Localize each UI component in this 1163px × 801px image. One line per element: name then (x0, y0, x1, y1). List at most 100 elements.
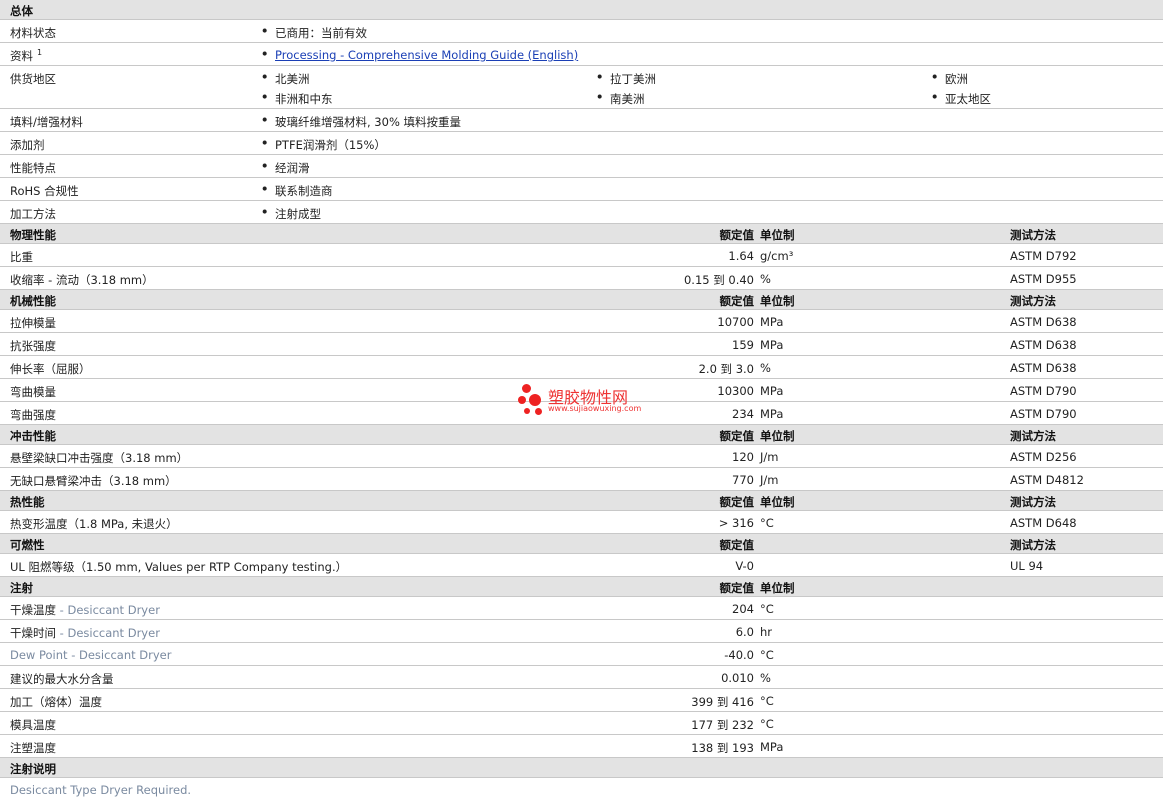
property-test-method: ASTM D790 (1010, 384, 1077, 398)
general-row: 填料/增强材料 玻璃纤维增强材料, 30% 填料按重量 (0, 109, 1163, 132)
property-name: 悬壁梁缺口冲击强度（3.18 mm） (10, 450, 188, 466)
field-label: 添加剂 (10, 137, 45, 153)
property-value: 0.010 (721, 671, 754, 685)
property-name-text: 模具温度 (10, 718, 56, 732)
property-name-text: 伸长率（屈服） (10, 362, 91, 376)
property-unit: g/cm³ (760, 249, 794, 263)
property-row: 建议的最大水分含量 0.010% (0, 666, 1163, 689)
property-name: 无缺口悬臂梁冲击（3.18 mm） (10, 473, 177, 489)
column-nominal: 额定值 (719, 228, 755, 242)
property-test-method: ASTM D648 (1010, 516, 1077, 530)
property-name: UL 阻燃等级（1.50 mm, Values per RTP Company … (10, 559, 347, 575)
property-value: 10700 (717, 315, 754, 329)
property-unit: °C (760, 648, 774, 662)
footnote-marker: 1 (37, 48, 43, 58)
property-name-text: 干燥时间 (10, 626, 56, 640)
general-row: 加工方法 注射成型 (0, 201, 1163, 224)
field-label-text: 材料状态 (10, 26, 56, 40)
property-value: 177 到 232 (691, 718, 754, 732)
property-row: Dew Point - Desiccant Dryer -40.0 °C (0, 643, 1163, 666)
column-test: 测试方法 (1010, 495, 1056, 509)
column-test: 测试方法 (1010, 228, 1056, 242)
property-test-method: ASTM D4812 (1010, 473, 1084, 487)
property-name-text: 拉伸模量 (10, 316, 56, 330)
property-name-text: 抗张强度 (10, 339, 56, 353)
property-unit: °C (760, 717, 774, 731)
property-value: 10300 (717, 384, 754, 398)
property-name-text: UL 阻燃等级（1.50 mm, Values per RTP Company … (10, 560, 348, 574)
property-row: 比重 1.64 g/cm³ ASTM D792 (0, 244, 1163, 267)
region-item: 南美洲 (596, 90, 644, 107)
column-unit: 单位制 (760, 495, 795, 509)
property-test-method: ASTM D790 (1010, 407, 1077, 421)
property-unit: MPa (760, 407, 784, 421)
property-name: 干燥温度 - Desiccant Dryer (10, 602, 160, 618)
property-test-method: ASTM D638 (1010, 338, 1077, 352)
property-name: 干燥时间 - Desiccant Dryer (10, 625, 160, 641)
property-name: 抗张强度 (10, 338, 56, 354)
column-test: 测试方法 (1010, 429, 1056, 443)
column-nominal: 额定值 (719, 429, 755, 443)
property-test-method: UL 94 (1010, 559, 1044, 573)
property-value: 159 (732, 338, 754, 352)
field-label-text: 性能特点 (10, 161, 56, 175)
column-unit: 单位制 (760, 581, 795, 595)
general-row: 性能特点 经润滑 (0, 155, 1163, 178)
property-name-text: 弯曲模量 (10, 385, 56, 399)
field-value: 已商用：当前有效 (261, 24, 367, 41)
field-label: 性能特点 (10, 160, 56, 176)
property-name-text: 无缺口悬臂梁冲击（3.18 mm） (10, 474, 177, 488)
property-name-text: 收缩率 - 流动（3.18 mm） (10, 273, 154, 287)
property-value: 0.15 到 0.40 (683, 273, 754, 287)
datasheet-link-item: Processing - Comprehensive Molding Guide… (261, 47, 578, 62)
property-value: 6.0 (735, 625, 754, 639)
field-label: 资料 1 (10, 48, 42, 64)
section-title: 注射 (10, 581, 33, 595)
region-item: 欧洲 (931, 70, 968, 87)
property-row: 加工（熔体）温度 399 到 416 °C (0, 689, 1163, 712)
column-test: 测试方法 (1010, 294, 1056, 308)
watermark-url: www.sujiaowuxing.com (548, 404, 642, 413)
section-header-notes: 注射说明 (0, 758, 1163, 778)
column-unit: 单位制 (760, 228, 795, 242)
column-unit: 单位制 (760, 429, 795, 443)
property-name-text: 注塑温度 (10, 741, 56, 755)
field-value: 联系制造商 (261, 182, 332, 199)
section-title: 热性能 (10, 495, 45, 509)
region-item: 非洲和中东 (261, 90, 332, 107)
column-nominal: 额定值 (719, 538, 755, 552)
section-header: 热性能 额定值 单位制 测试方法 (0, 491, 1163, 511)
property-value: 399 到 416 (691, 695, 754, 709)
property-test-method: ASTM D638 (1010, 361, 1077, 375)
property-row: 拉伸模量 10700 MPa ASTM D638 (0, 310, 1163, 333)
property-name: 注塑温度 (10, 740, 56, 756)
field-label-text: 添加剂 (10, 138, 45, 152)
watermark-logo: 塑胶物性网 www.sujiaowuxing.com (518, 380, 658, 420)
property-row: UL 阻燃等级（1.50 mm, Values per RTP Company … (0, 554, 1163, 577)
field-label-text: 资料 (10, 49, 33, 63)
field-label: RoHS 合规性 (10, 183, 79, 199)
property-name-text: 建议的最大水分含量 (10, 672, 114, 686)
property-value: 204 (732, 602, 754, 616)
property-name: 加工（熔体）温度 (10, 694, 102, 710)
property-test-method: ASTM D955 (1010, 272, 1077, 286)
property-unit: MPa (760, 338, 784, 352)
section-title: 可燃性 (10, 538, 45, 552)
general-row: 添加剂 PTFE润滑剂（15%） (0, 132, 1163, 155)
property-test-method: ASTM D792 (1010, 249, 1077, 263)
general-row: RoHS 合规性 联系制造商 (0, 178, 1163, 201)
field-label: 材料状态 (10, 25, 56, 41)
general-row: 材料状态 已商用：当前有效 (0, 20, 1163, 43)
field-label: 填料/增强材料 (10, 114, 83, 130)
property-row: 无缺口悬臂梁冲击（3.18 mm） 770 J/m ASTM D4812 (0, 468, 1163, 491)
property-name-text: 比重 (10, 250, 33, 264)
property-name-text: 弯曲强度 (10, 408, 56, 422)
property-name-text: 热变形温度（1.8 MPa, 未退火） (10, 517, 178, 531)
section-title: 冲击性能 (10, 429, 56, 443)
processing-guide-link[interactable]: Processing - Comprehensive Molding Guide… (275, 48, 578, 62)
property-row: 干燥时间 - Desiccant Dryer 6.0 hr (0, 620, 1163, 643)
property-name: 建议的最大水分含量 (10, 671, 114, 687)
property-unit: °C (760, 602, 774, 616)
property-name: 伸长率（屈服） (10, 361, 91, 377)
property-value: 234 (732, 407, 754, 421)
